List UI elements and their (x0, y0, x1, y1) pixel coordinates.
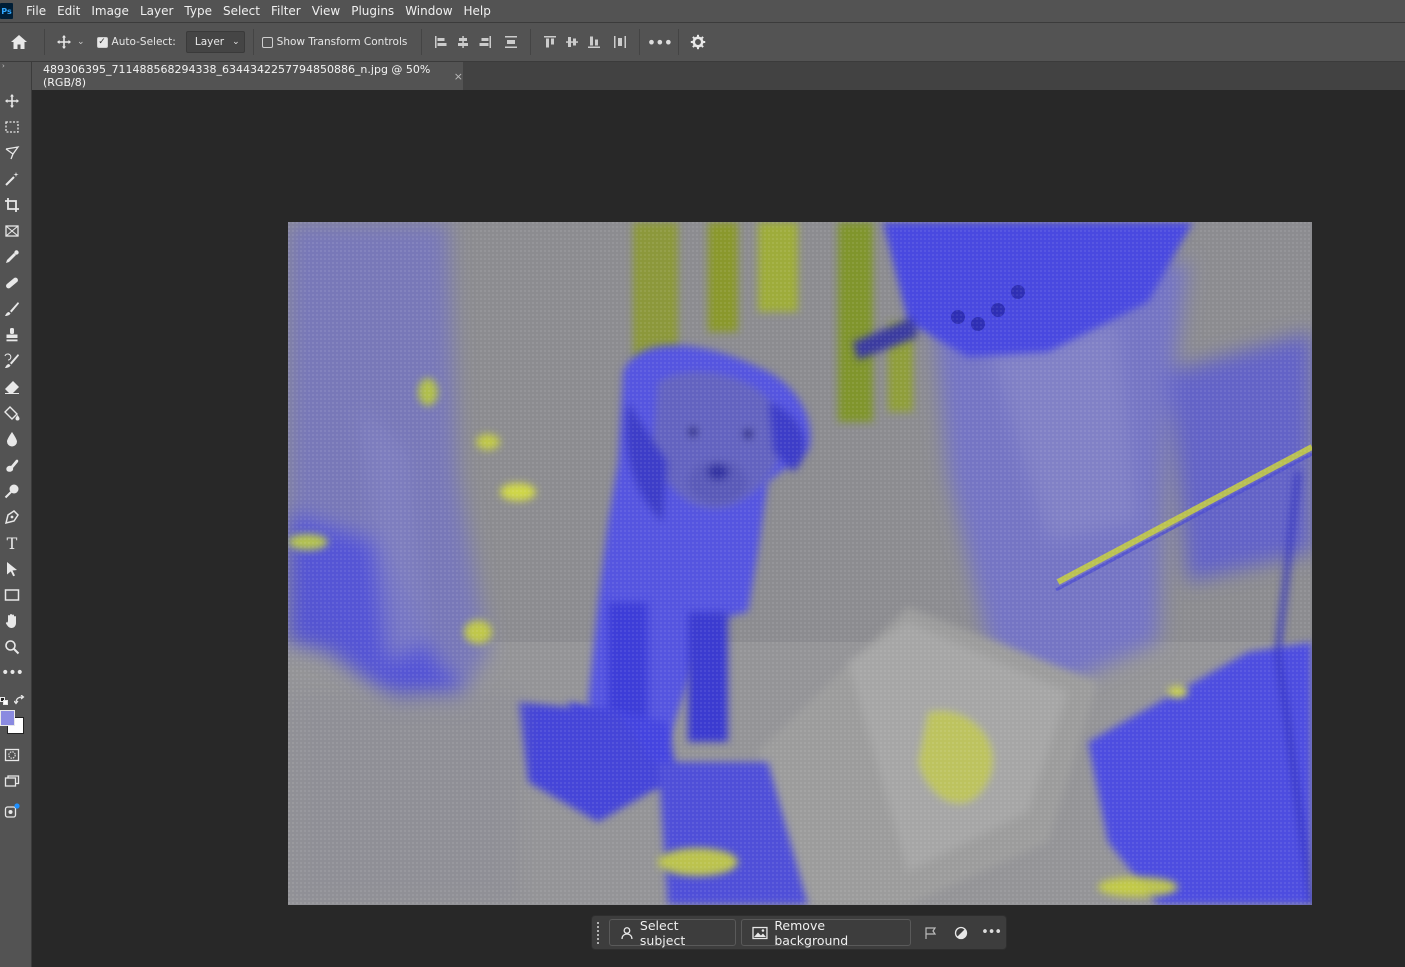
menu-layer[interactable]: Layer (140, 4, 173, 18)
auto-select-target-value: Layer (194, 36, 225, 48)
menu-file[interactable]: File (26, 4, 46, 18)
more-options-icon[interactable]: ••• (647, 31, 673, 53)
eraser-tool-icon[interactable] (1, 376, 23, 398)
history-brush-tool-icon[interactable] (1, 350, 23, 372)
menu-select[interactable]: Select (223, 4, 260, 18)
align-right-icon[interactable] (474, 31, 496, 53)
panel-expand-icon[interactable]: › (0, 62, 32, 72)
canvas-workspace[interactable] (33, 90, 1405, 967)
lasso-tool-icon[interactable] (1, 142, 23, 164)
distribute-horizontal-icon[interactable] (609, 31, 631, 53)
clone-stamp-tool-icon[interactable] (1, 324, 23, 346)
magic-wand-tool-icon[interactable] (1, 168, 23, 190)
quick-mask-icon[interactable] (1, 744, 23, 766)
more-options-icon[interactable]: ••• (976, 919, 1006, 946)
align-left-icon[interactable] (430, 31, 452, 53)
photoshop-window: Ps File Edit Image Layer Type Select Fil… (0, 0, 1405, 967)
divider (530, 29, 532, 55)
swap-colors-icon[interactable] (13, 690, 26, 705)
paint-bucket-tool-icon[interactable] (1, 402, 23, 424)
healing-brush-tool-icon[interactable] (1, 272, 23, 294)
align-top-icon[interactable] (539, 31, 561, 53)
transform-controls-label: Show Transform Controls (276, 36, 408, 48)
distribute-vertical-icon[interactable] (500, 31, 522, 53)
close-icon[interactable]: × (454, 70, 463, 83)
tools-panel: T ••• (0, 62, 32, 967)
select-subject-label: Select subject (639, 917, 686, 948)
align-horizontal-center-icon[interactable] (452, 31, 474, 53)
drag-handle-icon[interactable] (596, 920, 601, 945)
chevron-down-icon[interactable]: ⌄ (77, 37, 85, 47)
menu-plugins[interactable]: Plugins (351, 4, 394, 18)
options-bar: ⌄ ✓ Auto-Select: Layer ⌄ Show Transform … (0, 22, 1405, 62)
move-tool-preset-icon[interactable] (53, 31, 75, 53)
photoshop-logo: Ps (0, 3, 13, 19)
auto-select-label: Auto-Select: (111, 36, 176, 48)
smudge-tool-icon[interactable] (1, 454, 23, 476)
home-icon[interactable] (8, 31, 30, 53)
type-tool-icon[interactable]: T (1, 532, 23, 554)
auto-select-target-dropdown[interactable]: Layer ⌄ (185, 31, 245, 53)
foreground-color-swatch[interactable] (0, 710, 15, 726)
auto-select-checkbox[interactable]: ✓ (96, 36, 108, 48)
marquee-tool-icon[interactable] (1, 116, 23, 138)
eyedropper-tool-icon[interactable] (1, 246, 23, 268)
screen-mode-icon[interactable] (1, 770, 23, 792)
person-select-icon (621, 926, 633, 939)
document-title: 489306395_711488568294338_63443422577948… (43, 63, 431, 89)
document-canvas[interactable] (288, 222, 1312, 905)
image-icon (752, 926, 768, 939)
remove-background-label: Remove background (774, 917, 849, 948)
menu-edit[interactable]: Edit (57, 4, 80, 18)
blur-tool-icon[interactable] (1, 428, 23, 450)
menu-image[interactable]: Image (91, 4, 129, 18)
document-tab-bar: 489306395_711488568294338_63443422577948… (32, 62, 1405, 90)
rectangle-tool-icon[interactable] (1, 584, 23, 606)
adjustment-icon[interactable] (946, 919, 976, 946)
hand-tool-icon[interactable] (1, 610, 23, 632)
select-subject-button[interactable]: Select subject (608, 917, 737, 948)
remove-background-button[interactable]: Remove background (741, 917, 912, 948)
more-tools-icon[interactable]: ••• (1, 662, 24, 684)
document-tab[interactable]: 489306395_711488568294338_63443422577948… (32, 62, 463, 90)
edited-photo (288, 222, 1312, 905)
crop-tool-icon[interactable] (1, 194, 23, 216)
dodge-tool-icon[interactable] (1, 480, 23, 502)
divider (678, 29, 680, 55)
brush-tool-icon[interactable] (1, 298, 23, 320)
menu-filter[interactable]: Filter (271, 4, 301, 18)
menu-help[interactable]: Help (464, 4, 491, 18)
menu-view[interactable]: View (312, 4, 340, 18)
divider (639, 29, 641, 55)
path-selection-tool-icon[interactable] (1, 558, 23, 580)
menu-window[interactable]: Window (405, 4, 452, 18)
menu-type[interactable]: Type (184, 4, 212, 18)
divider (44, 29, 45, 55)
align-vertical-center-icon[interactable] (561, 31, 583, 53)
pin-bar-icon[interactable] (916, 919, 946, 946)
zoom-tool-icon[interactable] (1, 636, 23, 658)
contextual-task-bar[interactable]: Select subject Remove background ••• (591, 915, 1007, 950)
pen-tool-icon[interactable] (1, 506, 23, 528)
menu-bar: Ps File Edit Image Layer Type Select Fil… (0, 0, 1405, 22)
gear-icon[interactable] (687, 31, 709, 53)
default-colors-icon[interactable] (0, 690, 8, 705)
transform-controls-checkbox[interactable] (261, 36, 273, 48)
generative-ai-icon[interactable] (1, 800, 23, 822)
chevron-down-icon: ⌄ (232, 37, 240, 47)
move-tool-icon[interactable] (1, 90, 23, 112)
align-bottom-icon[interactable] (583, 31, 605, 53)
frame-tool-icon[interactable] (1, 220, 23, 242)
divider (252, 29, 254, 55)
divider (421, 29, 423, 55)
